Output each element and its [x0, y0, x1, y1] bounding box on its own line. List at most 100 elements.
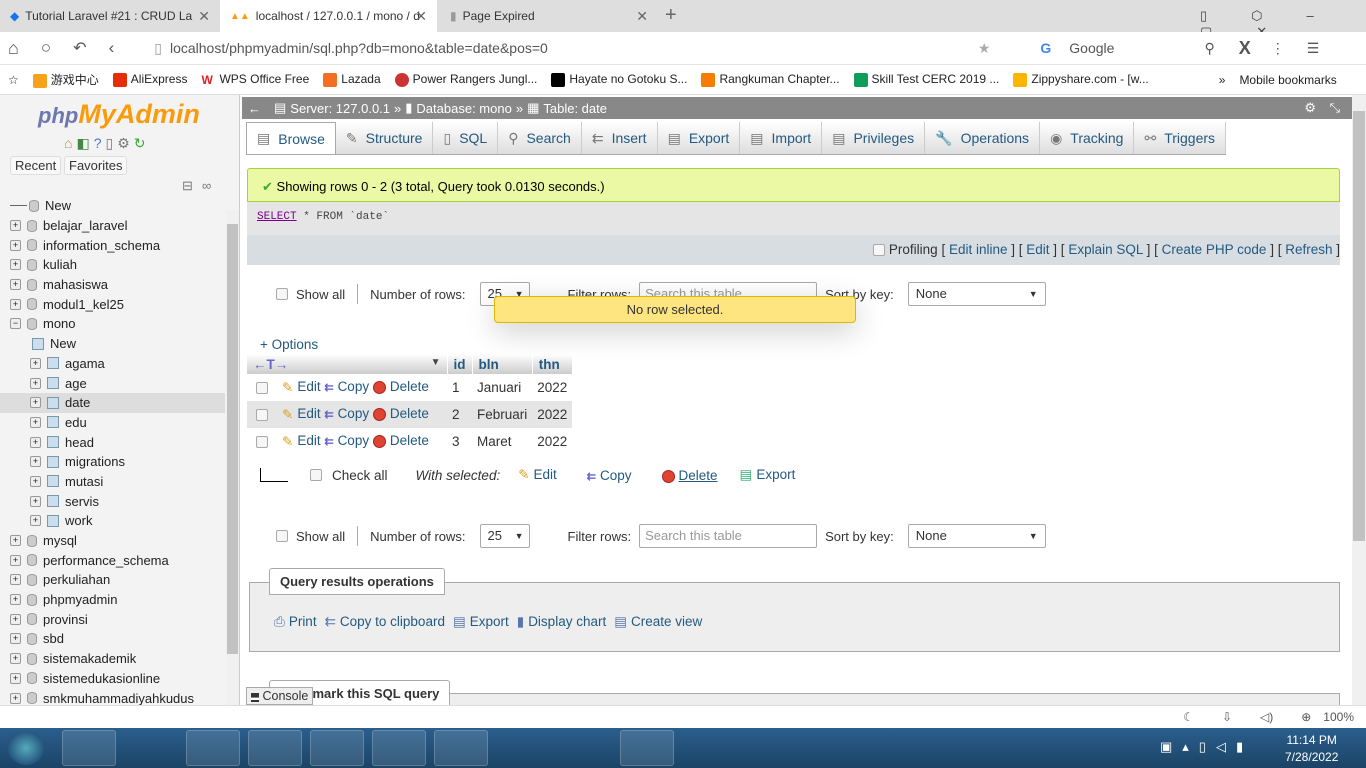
expand-icon[interactable]: +: [30, 475, 41, 487]
tree-item[interactable]: + mutasi: [0, 472, 225, 492]
table-cell[interactable]: 1: [447, 374, 472, 401]
bookmark-star-icon[interactable]: ☆: [8, 73, 19, 87]
search-engine[interactable]: Google: [1069, 40, 1114, 56]
maximize-icon[interactable]: ⤡: [1330, 100, 1340, 116]
delete-row[interactable]: Delete: [372, 379, 429, 394]
search-icon[interactable]: ⚲: [1204, 40, 1214, 57]
row-checkbox[interactable]: [256, 408, 268, 421]
table-cell[interactable]: 2022: [532, 374, 572, 401]
expand-icon[interactable]: +: [30, 456, 41, 468]
vscode-icon[interactable]: [372, 730, 426, 766]
terminal-icon[interactable]: [434, 730, 488, 766]
tree-item[interactable]: + information_schema: [0, 235, 225, 255]
tree-item[interactable]: + kuliah: [0, 255, 225, 275]
mobile-bookmarks[interactable]: Mobile bookmarks: [1239, 73, 1336, 87]
show-all-checkbox[interactable]: [276, 530, 288, 542]
tree-item[interactable]: + age: [0, 373, 225, 393]
close-tab-icon[interactable]: ✕: [415, 8, 427, 25]
breadcrumb-server[interactable]: Server: 127.0.0.1: [290, 101, 390, 116]
chrome-icon[interactable]: [248, 730, 302, 766]
bookmark[interactable]: AliExpress: [112, 72, 187, 87]
start-button[interactable]: [8, 731, 44, 765]
firefox-icon[interactable]: [124, 730, 178, 766]
bulk-delete[interactable]: Delete: [661, 468, 718, 483]
qro-print[interactable]: ⎙ Print: [274, 614, 317, 630]
tab-insert[interactable]: ⇇ Insert: [582, 122, 658, 154]
expand-icon[interactable]: +: [10, 279, 21, 291]
delete-row[interactable]: Delete: [372, 406, 429, 421]
create-php-link[interactable]: Create PHP code: [1162, 242, 1267, 257]
explorer-icon[interactable]: [62, 730, 116, 766]
sublime-icon[interactable]: [620, 730, 674, 766]
filter-input[interactable]: Search this table: [639, 524, 818, 548]
home-icon[interactable]: ⌂: [8, 38, 19, 59]
zoom-level[interactable]: 100%: [1323, 710, 1354, 724]
browser-tab[interactable]: ◆ Tutorial Laravel #21 : CRUD La ✕: [0, 0, 220, 32]
new-tab-button[interactable]: +: [665, 4, 677, 27]
sort-select[interactable]: None ▼: [907, 524, 1046, 548]
tree-item[interactable]: + mahasiswa: [0, 275, 225, 295]
qro-display-chart[interactable]: ▮ Display chart: [517, 614, 606, 630]
edit-link[interactable]: Edit: [1026, 242, 1049, 257]
copy-row[interactable]: ⇇ Copy: [324, 433, 369, 448]
row-checkbox[interactable]: [256, 381, 268, 394]
wifi-app-icon[interactable]: [496, 730, 550, 766]
qro-export[interactable]: ▤ Export: [453, 614, 509, 630]
breadcrumb-database[interactable]: Database: mono: [416, 101, 511, 116]
tree-item[interactable]: + provinsi: [0, 609, 225, 629]
collapse-all-icon[interactable]: ⊟: [182, 178, 193, 194]
back-icon[interactable]: ‹: [109, 38, 115, 58]
tree-item[interactable]: + agama: [0, 354, 225, 374]
tab-tracking[interactable]: ◉ Tracking: [1040, 122, 1135, 154]
column-header[interactable]: thn: [532, 354, 573, 374]
expand-icon[interactable]: +: [30, 357, 41, 369]
bookmark[interactable]: 游戏中心: [32, 71, 99, 88]
bookmark[interactable]: W WPS Office Free: [201, 72, 309, 87]
table-cell[interactable]: 2022: [532, 428, 572, 455]
tray-icons[interactable]: ▣▴▯◁▮: [1160, 739, 1253, 755]
bookmark[interactable]: Skill Test CERC 2019 ...: [853, 72, 999, 87]
tree-item[interactable]: New: [0, 334, 225, 354]
row-checkbox[interactable]: [256, 435, 268, 448]
browser-tab-active[interactable]: ▲▲ localhost / 127.0.0.1 / mono / d ✕: [220, 0, 437, 32]
clock[interactable]: 11:14 PM 7/28/2022: [1285, 732, 1338, 766]
tab-operations[interactable]: 🔧 Operations: [925, 122, 1041, 154]
expand-icon[interactable]: +: [10, 613, 21, 625]
tab-triggers[interactable]: ⚯ Triggers: [1134, 122, 1227, 154]
sidebar-scrollbar[interactable]: [226, 210, 239, 705]
table-cell[interactable]: Maret: [472, 428, 532, 455]
expand-icon[interactable]: +: [30, 397, 41, 409]
bookmark[interactable]: Power Rangers Jungl...: [394, 72, 537, 87]
tree-item[interactable]: + head: [0, 432, 225, 452]
tree-item[interactable]: + mysql: [0, 531, 225, 551]
settings-icon[interactable]: ⚙: [1304, 100, 1316, 116]
edit-inline-link[interactable]: Edit inline: [949, 242, 1008, 257]
bookmark[interactable]: Zippyshare.com - [w...: [1013, 72, 1149, 87]
tree-item[interactable]: + perkuliahan: [0, 570, 225, 590]
options-toggle[interactable]: + Options: [260, 337, 318, 352]
more-bookmarks-icon[interactable]: »: [1219, 73, 1226, 87]
tree-item[interactable]: + sistemedukasionline: [0, 669, 225, 689]
console-button[interactable]: ▬ Console: [246, 687, 314, 705]
favorites-button[interactable]: Favorites: [64, 156, 128, 175]
undo-icon[interactable]: ↶: [73, 38, 86, 58]
delete-row[interactable]: Delete: [372, 433, 429, 448]
expand-icon[interactable]: +: [30, 436, 41, 448]
copy-row[interactable]: ⇇ Copy: [324, 406, 369, 421]
tree-item[interactable]: + servis: [0, 491, 225, 511]
night-mode-icon[interactable]: ☾: [1183, 710, 1194, 724]
expand-icon[interactable]: +: [10, 574, 21, 586]
expand-icon[interactable]: +: [30, 416, 41, 428]
zoom-icon[interactable]: ⊕: [1301, 710, 1311, 724]
collapse-icon[interactable]: −: [10, 318, 21, 330]
tree-item[interactable]: + work: [0, 511, 225, 531]
expand-icon[interactable]: +: [10, 633, 21, 645]
page-scrollbar[interactable]: [1352, 95, 1366, 705]
sound-icon[interactable]: ◁): [1260, 710, 1273, 724]
teams-icon[interactable]: [310, 730, 364, 766]
tree-item[interactable]: + performance_schema: [0, 550, 225, 570]
bookmark[interactable]: Rangkuman Chapter...: [701, 72, 840, 87]
column-header[interactable]: bln: [472, 354, 533, 374]
nav-icons[interactable]: ⌂◧?▯⚙↻: [64, 135, 150, 152]
tree-item[interactable]: − mono: [0, 314, 225, 334]
